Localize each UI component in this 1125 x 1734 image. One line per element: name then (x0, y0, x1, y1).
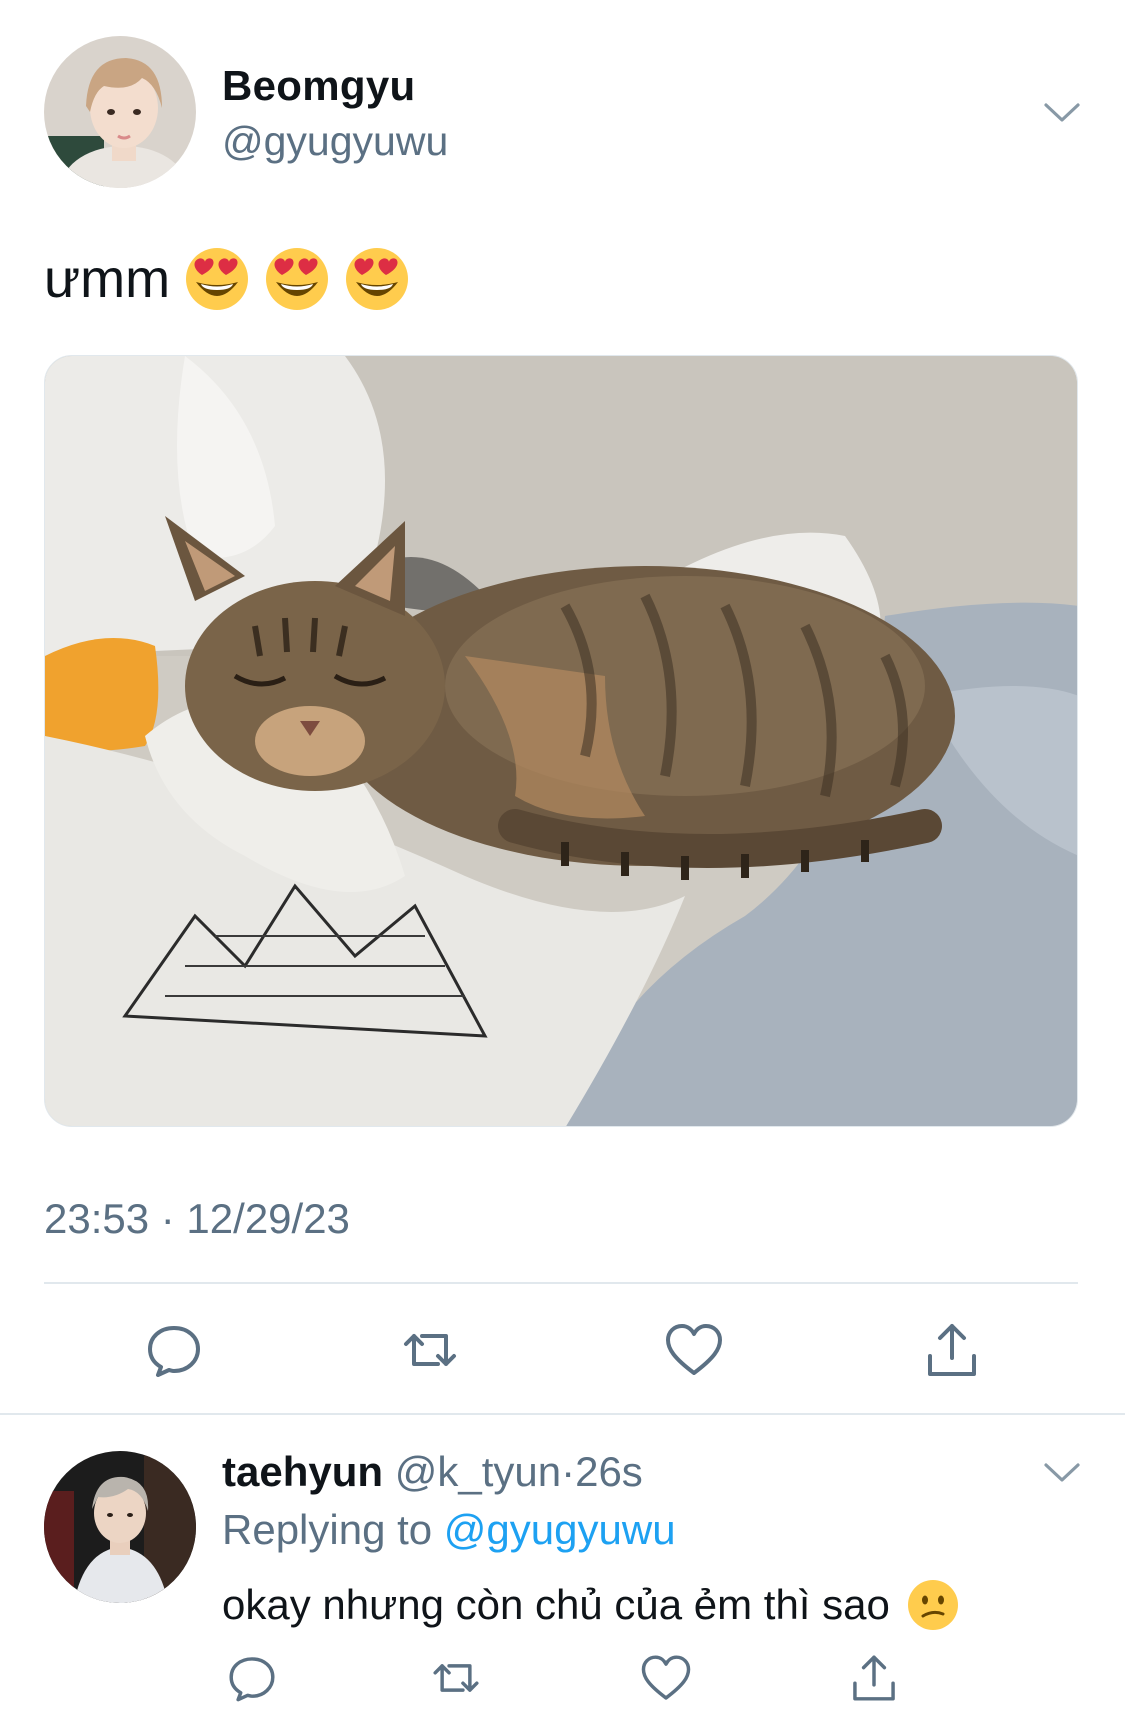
chevron-down-icon[interactable] (1042, 1460, 1082, 1486)
author-avatar[interactable] (44, 36, 196, 188)
author-name[interactable]: Beomgyu (222, 62, 415, 110)
replying-prefix: Replying to (222, 1506, 433, 1553)
reply-text-content: okay nhưng còn chủ của ẻm thì sao (222, 1581, 890, 1628)
divider (44, 1282, 1078, 1284)
share-icon[interactable] (848, 1652, 900, 1704)
reply-text: okay nhưng còn chủ của ẻm thì sao (222, 1578, 960, 1632)
reply-author-name[interactable]: taehyun (222, 1448, 383, 1495)
reply-action-bar (0, 1652, 1125, 1708)
heart-eyes-emoji-icon (346, 248, 409, 310)
reply-author-avatar[interactable] (44, 1451, 196, 1603)
tweet-text: ưmm (44, 246, 410, 312)
heart-eyes-emoji-icon (186, 248, 249, 310)
tweet-text-content: ưmm (44, 249, 171, 309)
retweet-icon[interactable] (430, 1652, 482, 1704)
heart-eyes-emoji-icon (266, 248, 329, 310)
tweet-action-bar (0, 1320, 1125, 1380)
reply-age[interactable]: 26s (575, 1448, 643, 1495)
retweet-icon[interactable] (400, 1320, 460, 1380)
tweet-photo[interactable] (44, 355, 1078, 1127)
confused-face-emoji-icon (907, 1580, 958, 1630)
replying-to: Replying to @gyugyuwu (222, 1506, 676, 1554)
reply-icon[interactable] (226, 1652, 278, 1704)
divider (0, 1413, 1125, 1415)
like-icon[interactable] (640, 1652, 692, 1704)
tweet-timestamp[interactable]: 23:53 · 12/29/23 (44, 1195, 350, 1243)
replying-mention-link[interactable]: @gyugyuwu (444, 1506, 676, 1553)
reply-icon[interactable] (144, 1320, 204, 1380)
reply-author-handle[interactable]: @k_tyun (395, 1448, 561, 1495)
reply-separator: · (561, 1448, 576, 1495)
like-icon[interactable] (664, 1320, 724, 1380)
author-handle[interactable]: @gyugyuwu (222, 118, 448, 165)
reply-header: taehyun @k_tyun·26s (222, 1448, 643, 1496)
share-icon[interactable] (922, 1320, 982, 1380)
chevron-down-icon[interactable] (1042, 100, 1082, 126)
